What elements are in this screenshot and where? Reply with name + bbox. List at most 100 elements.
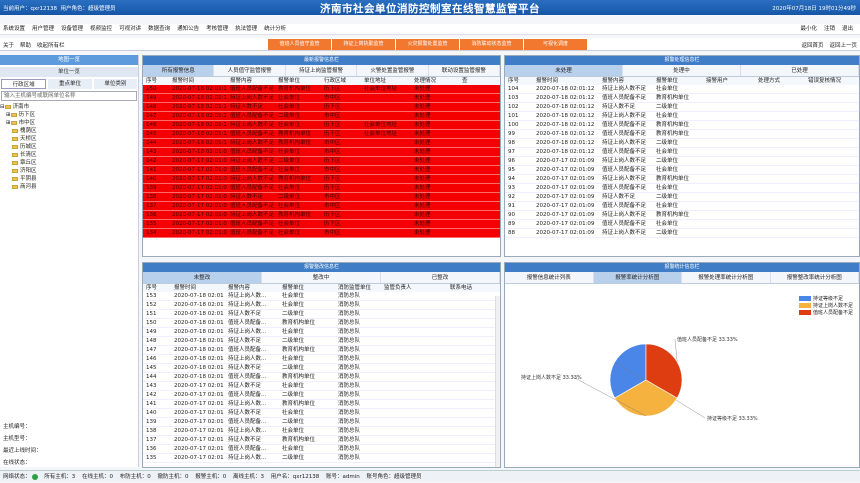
table-row[interactable]: 95 2020-07-17 02:01:09 值班人员配备不足 社会单位 bbox=[505, 165, 859, 175]
table-row[interactable]: 135 2020-07-17 02:01:09 值班人员配备不足 社会单位 历下区 未处理 bbox=[143, 219, 500, 229]
rectify-scrollbar[interactable] bbox=[495, 296, 500, 467]
table-row[interactable]: 90 2020-07-17 02:01:09 持证上岗人数不足 教育机构单位 bbox=[505, 210, 859, 220]
table-row[interactable]: 139 2020-07-17 02:01:09 值班人员配备不足 社会单位 历下区 未处理 bbox=[143, 183, 500, 193]
table-row[interactable]: 148 2020-07-18 02:01:12 持证人数不足 社会单位 历下区 未处理 bbox=[143, 102, 500, 112]
menu-item[interactable]: 设备管理 bbox=[61, 24, 83, 35]
menu-item[interactable]: 统计分析 bbox=[264, 24, 286, 35]
fire-alarm-monitor-button[interactable]: 火灾报警处置监管 bbox=[396, 39, 459, 50]
table-row[interactable]: 136 2020-07-17 02:01 值班人员配备... 社会单位 消防总队 bbox=[143, 444, 500, 454]
table-row[interactable]: 142 2020-07-17 02:01 值班人员配备... 二级单位 消防总队 bbox=[143, 390, 500, 400]
table-row[interactable]: 137 2020-07-17 02:01:09 值班人员配备不足 社会单位 市中区 未处理 bbox=[143, 201, 500, 211]
minimize-button[interactable]: 最小化 bbox=[800, 24, 817, 35]
tree-node[interactable]: 章丘区 bbox=[0, 159, 138, 167]
table-row[interactable]: 147 2020-07-18 02:01 值班人员配备... 教育机构单位 消防总队 bbox=[143, 345, 500, 355]
table-row[interactable]: 89 2020-07-17 02:01:09 值班人员配备不足 社会单位 bbox=[505, 219, 859, 229]
tree-node[interactable]: 长清区 bbox=[0, 151, 138, 159]
table-row[interactable]: 144 2020-07-18 02:01 值班人员配备... 教育机构单位 消防总队 bbox=[143, 372, 500, 382]
tab-rectified[interactable]: 已整改 bbox=[381, 272, 500, 283]
menu-item[interactable]: 执法管理 bbox=[235, 24, 257, 35]
home-link[interactable]: 返回首页 bbox=[801, 43, 823, 49]
table-row[interactable]: 134 2020-07-17 02:01:09 值班人员配备不足 社会单位 市中区 未处理 bbox=[143, 228, 500, 238]
table-row[interactable]: 102 2020-07-18 02:01:12 持证人数不足 二级单位 bbox=[505, 102, 859, 112]
tree-node[interactable]: 济阳区 bbox=[0, 167, 138, 175]
tree-node[interactable]: 天桥区 bbox=[0, 135, 138, 143]
table-row[interactable]: 150 2020-07-18 02:01 值班人员配备... 教育机构单位 消防总队 bbox=[143, 318, 500, 328]
linkage-monitor-button[interactable]: 消防联动状态监管 bbox=[460, 39, 523, 50]
map-overview-bar[interactable]: 地图一览 bbox=[0, 55, 138, 65]
table-row[interactable]: 147 2020-07-18 02:01:12 值班人员配备不足 二级单位 市中区 未处理 bbox=[143, 111, 500, 121]
unit-search-input[interactable]: 输入主机编号或联网单位名称 bbox=[1, 91, 137, 101]
table-row[interactable]: 104 2020-07-18 02:01:12 持证上岗人数不足 社会单位 bbox=[505, 85, 859, 94]
tree-node[interactable]: ⊟ 济南市 bbox=[0, 103, 138, 111]
menu-item[interactable]: 可视对讲 bbox=[119, 24, 141, 35]
table-row[interactable]: 135 2020-07-17 02:01 持证上岗人数... 二级单位 消防总队 bbox=[143, 453, 500, 463]
table-row[interactable]: 98 2020-07-18 02:01:12 持证上岗人数不足 二级单位 bbox=[505, 138, 859, 148]
table-row[interactable]: 152 2020-07-18 02:01 持证上岗人数... 社会单位 消防总队 bbox=[143, 300, 500, 310]
table-row[interactable]: 101 2020-07-18 02:01:12 持证上岗人数不足 社会单位 bbox=[505, 111, 859, 121]
menu-item[interactable]: 系统设置 bbox=[3, 24, 25, 35]
table-row[interactable]: 138 2020-07-17 02:01 持证上岗人数... 社会单位 消防总队 bbox=[143, 426, 500, 436]
tab-region[interactable]: 行政区域 bbox=[1, 79, 47, 89]
table-row[interactable]: 91 2020-07-17 02:01:09 值班人员配备不足 社会单位 bbox=[505, 201, 859, 211]
tab-linkage-alarms[interactable]: 联动设置监管报警 bbox=[428, 65, 501, 76]
tree-node[interactable]: 商河县 bbox=[0, 183, 138, 191]
tree-node[interactable]: 槐荫区 bbox=[0, 127, 138, 135]
table-row[interactable]: 88 2020-07-17 02:01:09 持证上岗人数不足 二级单位 bbox=[505, 228, 859, 238]
table-row[interactable]: 141 2020-07-17 02:01:09 值班人员配备不足 社会单位 市中区 未处理 bbox=[143, 165, 500, 175]
tab-handle-rate-chart[interactable]: 报警处理率统计分析图 bbox=[682, 272, 771, 283]
tab-all-alarms[interactable]: 所有报警信息 bbox=[143, 65, 215, 76]
table-row[interactable]: 146 2020-07-18 02:01:12 持证上岗人数不足 社会单位 历下区 社会单… bbox=[143, 120, 500, 130]
about-link[interactable]: 关于 bbox=[3, 43, 14, 49]
tab-key-units[interactable]: 重点单位 bbox=[48, 79, 92, 89]
menu-item[interactable]: 考核管理 bbox=[206, 24, 228, 35]
tab-handled[interactable]: 已处理 bbox=[741, 65, 859, 76]
tab-duty-alarms[interactable]: 人员值守监管报警 bbox=[214, 65, 286, 76]
logout-button[interactable]: 注销 bbox=[824, 24, 835, 35]
table-row[interactable]: 96 2020-07-17 02:01:09 持证上岗人数不足 二级单位 bbox=[505, 156, 859, 166]
tab-handling[interactable]: 处理中 bbox=[623, 65, 741, 76]
table-row[interactable]: 97 2020-07-18 02:01:12 值班人员配备不足 社会单位 bbox=[505, 147, 859, 157]
table-row[interactable]: 149 2020-07-18 02:01 持证上岗人数... 社会单位 消防总队 bbox=[143, 327, 500, 337]
table-row[interactable]: 92 2020-07-17 02:01:09 持证人数不足 二级单位 bbox=[505, 192, 859, 202]
tree-node[interactable]: ⊞ 历下区 bbox=[0, 111, 138, 119]
tree-node[interactable]: 历城区 bbox=[0, 143, 138, 151]
tab-alarm-rate-chart[interactable]: 报警率统计分析图 bbox=[593, 272, 682, 283]
menu-item[interactable]: 视频监控 bbox=[90, 24, 112, 35]
menu-item[interactable]: 数据查询 bbox=[148, 24, 170, 35]
table-row[interactable]: 145 2020-07-18 02:01 持证人数不足 二级单位 消防总队 bbox=[143, 363, 500, 373]
table-row[interactable]: 137 2020-07-17 02:01 持证人数不足 教育机构单位 消防总队 bbox=[143, 435, 500, 445]
tab-unhandled[interactable]: 未处理 bbox=[505, 65, 623, 76]
table-row[interactable]: 145 2020-07-18 02:01:12 值班人员配备不足 教育机构单位 历下区社… bbox=[143, 129, 500, 139]
table-row[interactable]: 141 2020-07-17 02:01 持证上岗人数... 教育机构单位 消防总队 bbox=[143, 399, 500, 409]
table-row[interactable]: 146 2020-07-18 02:01 持证上岗人数... 社会单位 消防总队 bbox=[143, 354, 500, 364]
table-row[interactable]: 100 2020-07-18 02:01:12 值班人员配备不足 教育机构单位 bbox=[505, 120, 859, 130]
table-row[interactable]: 93 2020-07-17 02:01:09 值班人员配备不足 社会单位 bbox=[505, 183, 859, 193]
menu-item[interactable]: 通知公告 bbox=[177, 24, 199, 35]
unit-list-bar[interactable]: 单位一览 bbox=[0, 67, 138, 77]
menu-item[interactable]: 用户管理 bbox=[32, 24, 54, 35]
table-row[interactable]: 143 2020-07-17 02:01 持证人数不足 社会单位 消防总队 bbox=[143, 381, 500, 391]
tree-node[interactable]: ⊞ 市中区 bbox=[0, 119, 138, 127]
help-link[interactable]: 帮助 bbox=[20, 43, 31, 49]
table-row[interactable]: 140 2020-07-17 02:01 持证人数不足 社会单位 消防总队 bbox=[143, 408, 500, 418]
tab-stats-list[interactable]: 报警信息统计列表 bbox=[505, 272, 594, 283]
tab-not-rectified[interactable]: 未整改 bbox=[143, 272, 262, 283]
back-link[interactable]: 返回上一页 bbox=[829, 43, 857, 49]
table-row[interactable]: 144 2020-07-18 02:01:12 持证上岗人数不足 教育机构单位 市中区 未… bbox=[143, 138, 500, 148]
table-row[interactable]: 139 2020-07-17 02:01 值班人员配备... 二级单位 消防总队 bbox=[143, 417, 500, 427]
tab-certified-alarms[interactable]: 持证上岗监管报警 bbox=[285, 65, 358, 76]
table-row[interactable]: 103 2020-07-18 02:01:12 值班人员配备不足 教育机构单位 bbox=[505, 93, 859, 103]
table-row[interactable]: 99 2020-07-18 02:01:12 值班人员配备不足 教育机构单位 bbox=[505, 129, 859, 139]
table-row[interactable]: 136 2020-07-17 02:01:09 持证上岗人数不足 教育机构单位 历下区 未… bbox=[143, 210, 500, 220]
table-row[interactable]: 148 2020-07-18 02:01 持证人数不足 二级单位 消防总队 bbox=[143, 336, 500, 346]
table-row[interactable]: 153 2020-07-18 02:01 持证上岗人数... 社会单位 消防总队 bbox=[143, 292, 500, 301]
close-all-link[interactable]: 收起所有栏 bbox=[37, 43, 65, 49]
certified-monitor-button[interactable]: 持证上岗执勤监管 bbox=[332, 39, 395, 50]
table-row[interactable]: 142 2020-07-17 02:01:09 持证上岗人数不足 二级单位 历下区 未处理 bbox=[143, 156, 500, 166]
tab-rectifying[interactable]: 整改中 bbox=[262, 272, 381, 283]
table-row[interactable]: 151 2020-07-18 02:01 持证人数不足 二级单位 消防总队 bbox=[143, 309, 500, 319]
table-row[interactable]: 138 2020-07-17 02:01:09 持证人数不足 二级单位 市中区 未处理 bbox=[143, 192, 500, 202]
exit-button[interactable]: 退出 bbox=[842, 24, 853, 35]
table-row[interactable]: 94 2020-07-17 02:01:09 持证上岗人数不足 教育机构单位 bbox=[505, 174, 859, 184]
tab-fire-alarms[interactable]: 火警处置监管报警 bbox=[357, 65, 429, 76]
